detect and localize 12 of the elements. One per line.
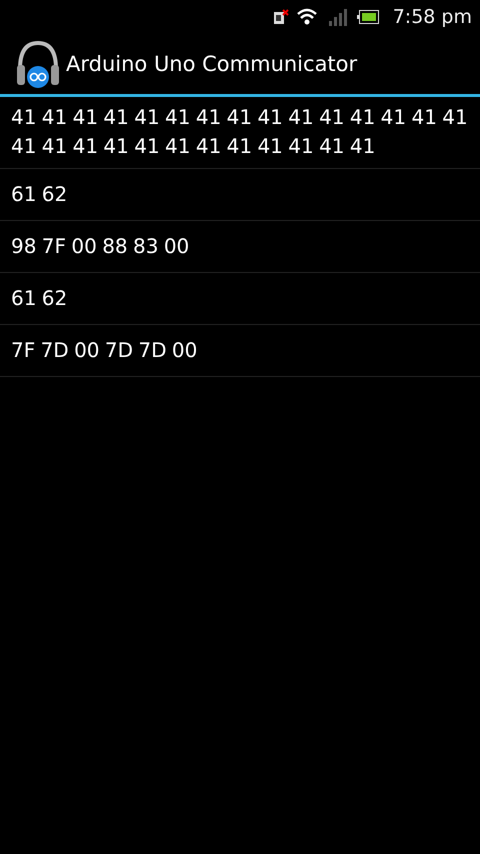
signal-icon — [328, 8, 349, 26]
app-title: Arduino Uno Communicator — [66, 52, 358, 76]
message-row[interactable]: 41 41 41 41 41 41 41 41 41 41 41 41 41 41 41 41 41 41 41 41 41 41 41 41 41 41 41 — [0, 97, 480, 169]
wifi-icon — [296, 8, 317, 26]
battery-icon — [356, 10, 379, 24]
clock: 7:58 pm — [392, 6, 472, 28]
headphones-logo-icon — [14, 39, 62, 89]
message-row[interactable]: 61 62 — [0, 169, 480, 221]
message-row[interactable]: 61 62 — [0, 273, 480, 325]
sd-card-error-icon — [272, 9, 289, 25]
message-row[interactable]: 98 7F 00 88 83 00 — [0, 221, 480, 273]
message-row[interactable]: 7F 7D 00 7D 7D 00 — [0, 325, 480, 377]
